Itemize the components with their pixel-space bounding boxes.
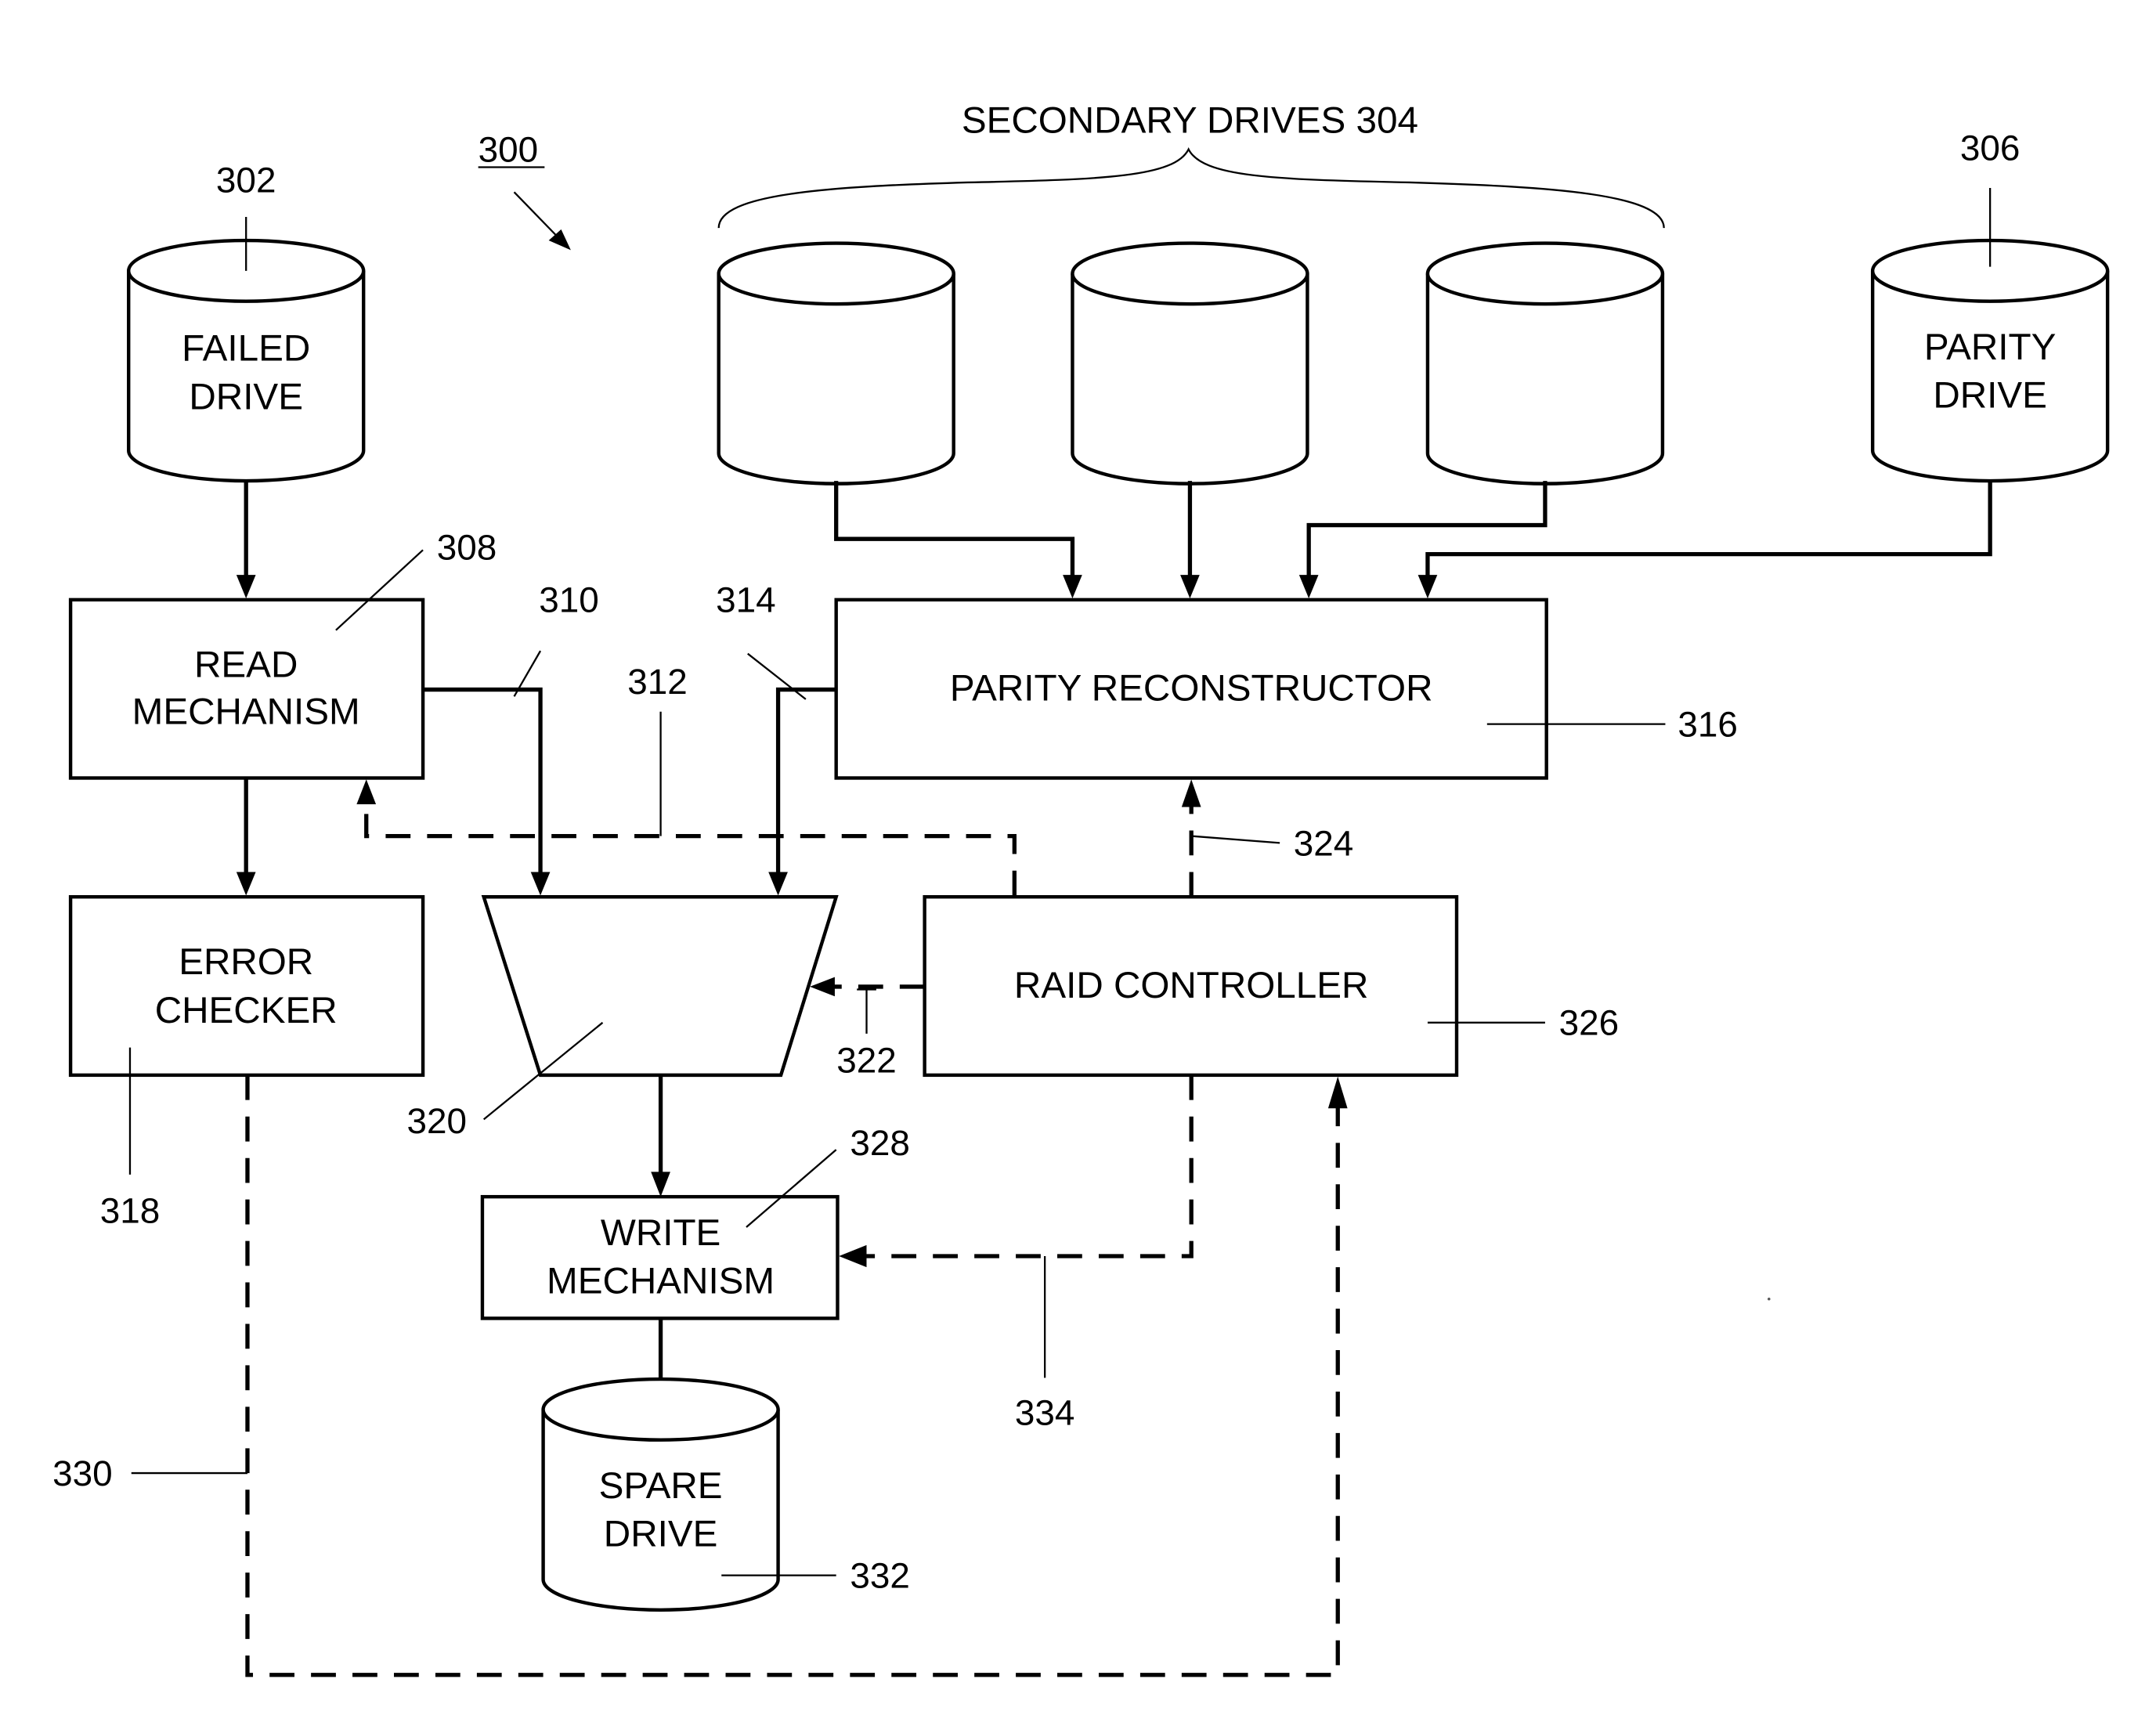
error-checker: ERROR CHECKER <box>68 895 425 1078</box>
arrowhead <box>1417 575 1438 599</box>
reconstructor-to-mux-ref: 314 <box>716 580 776 620</box>
secondary-1-to-reconstructor <box>834 481 1075 578</box>
write-mechanism-ref: 328 <box>850 1122 910 1163</box>
parity-reconstructor-label: PARITY RECONSTRUCTOR <box>950 668 1433 710</box>
failed-drive-label-1: FAILED <box>182 328 310 370</box>
spare-drive-label-2: DRIVE <box>604 1514 718 1555</box>
arrowhead <box>1180 575 1200 599</box>
spare-drive-label-1: SPARE <box>599 1465 723 1507</box>
multiplexer-ref: 320 <box>406 1100 467 1141</box>
checker-to-controller-ref: 330 <box>52 1453 113 1493</box>
read-mechanism: READ MECHANISM <box>68 598 425 780</box>
raid-controller-ref: 326 <box>1559 1002 1620 1043</box>
figure-pointer-line <box>513 191 559 239</box>
arrowhead <box>651 1172 670 1197</box>
arrowhead <box>1181 779 1201 807</box>
read-to-mux-ref: 310 <box>539 580 599 620</box>
arrowhead <box>1063 575 1082 599</box>
figure-ref: 300 <box>479 128 539 169</box>
parity-drive: PARITY DRIVE <box>1870 238 2110 483</box>
controller-to-reconstructor-ref: 324 <box>1294 822 1354 863</box>
arrowhead <box>1298 575 1319 599</box>
controller-to-reconstructor-leader <box>1191 835 1280 844</box>
secondary-drives-label: SECONDARY DRIVES 304 <box>962 99 1418 141</box>
parity-drive-label-1: PARITY <box>1924 327 2056 368</box>
arrowhead <box>839 1244 867 1268</box>
secondary-drive-3 <box>1425 241 1665 486</box>
arrowhead <box>236 872 256 896</box>
controller-to-write-line <box>866 1074 1194 1258</box>
figure-pointer-arrowhead <box>548 229 571 251</box>
read-mechanism-ref: 308 <box>437 527 497 568</box>
error-checker-label-1: ERROR <box>179 941 313 983</box>
parity-reconstructor-ref: 316 <box>1677 704 1738 745</box>
secondary-drive-1 <box>717 241 955 486</box>
arrowhead <box>810 977 835 997</box>
failed-drive: FAILED DRIVE <box>127 238 366 483</box>
failed-drive-label-2: DRIVE <box>189 376 303 417</box>
error-checker-label-2: CHECKER <box>155 990 338 1031</box>
write-mechanism: WRITE MECHANISM <box>480 1194 840 1320</box>
controller-to-mux-ref: 322 <box>836 1039 897 1080</box>
error-checker-ref: 318 <box>100 1190 161 1231</box>
raid-controller: RAID CONTROLLER <box>923 895 1459 1078</box>
parity-to-reconstructor <box>1425 481 1992 578</box>
raid-diagram: 300 FAILED DRIVE 302 SECONDARY DRIVES 30… <box>52 99 2110 1677</box>
parity-drive-ref: 306 <box>1960 128 2021 168</box>
scan-speck <box>1768 1297 1771 1301</box>
write-mechanism-label-2: MECHANISM <box>547 1261 775 1302</box>
read-mechanism-label-1: READ <box>194 645 298 686</box>
checker-to-controller-line <box>245 1074 1340 1677</box>
raid-controller-label: RAID CONTROLLER <box>1014 965 1369 1006</box>
read-to-mux-line <box>423 687 543 875</box>
controller-to-read-ref: 312 <box>627 661 688 702</box>
secondary-drive-2 <box>1071 241 1309 486</box>
controller-to-write-ref: 334 <box>1015 1392 1075 1432</box>
controller-to-read-line <box>364 801 1017 896</box>
secondary-drives-brace <box>717 147 1665 229</box>
parity-drive-label-2: DRIVE <box>1933 375 2047 417</box>
multiplexer <box>481 895 839 1078</box>
arrowhead <box>530 872 551 896</box>
arrowhead <box>356 779 377 805</box>
parity-reconstructor: PARITY RECONSTRUCTOR <box>834 598 1548 780</box>
arrowhead <box>768 872 788 896</box>
read-mechanism-label-2: MECHANISM <box>132 691 360 733</box>
failed-drive-ref: 302 <box>216 159 276 200</box>
arrowhead <box>1327 1076 1348 1109</box>
write-mechanism-label-1: WRITE <box>601 1212 720 1254</box>
reconstructor-to-mux-line <box>775 687 836 875</box>
arrowhead <box>236 575 256 599</box>
spare-drive-ref: 332 <box>850 1555 910 1596</box>
